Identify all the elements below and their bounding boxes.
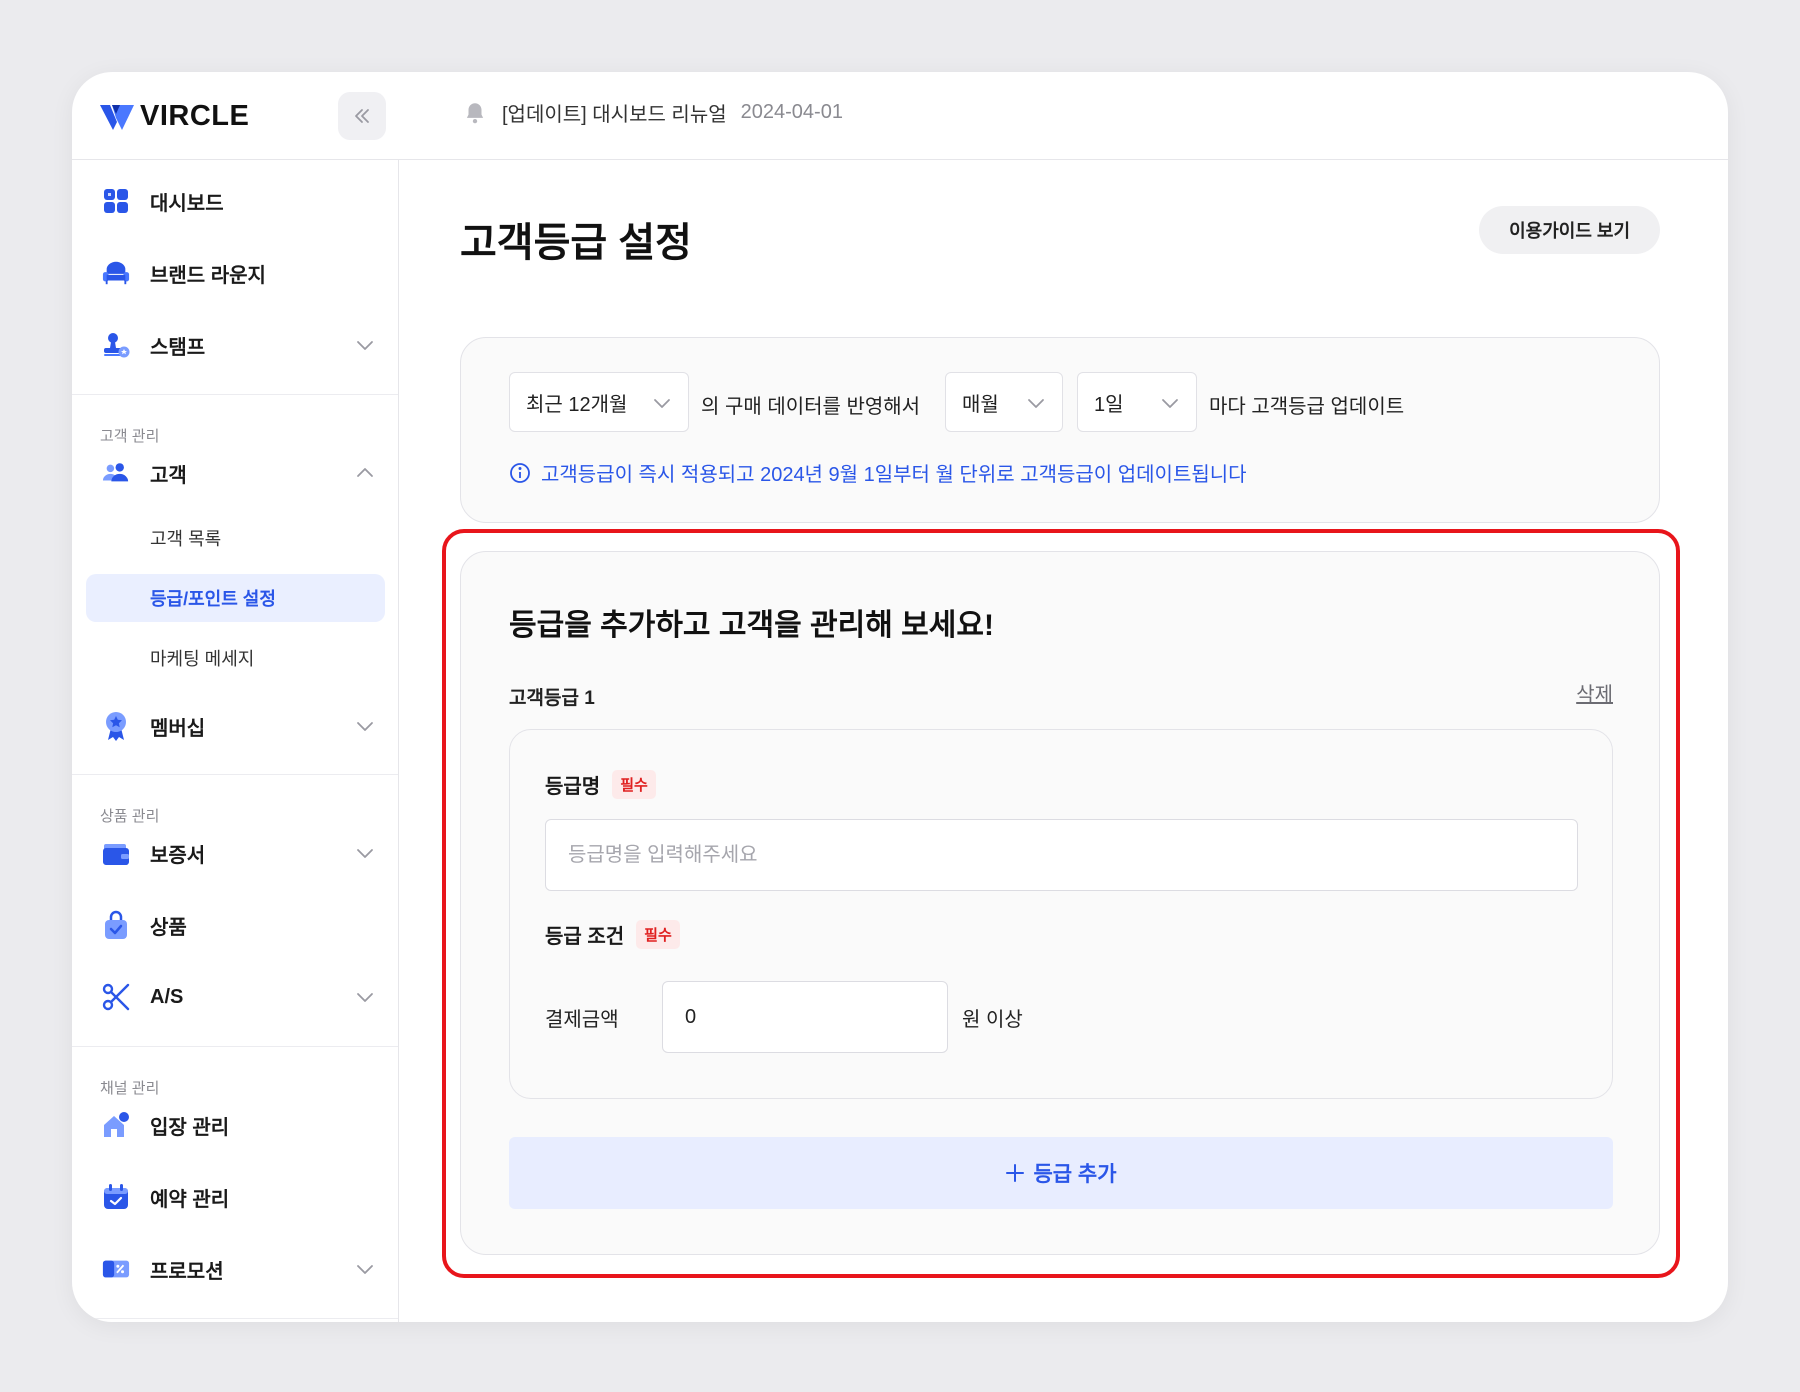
calendar-icon	[102, 1183, 130, 1211]
sidebar-subitem-customer-list[interactable]: 고객 목록	[86, 514, 385, 562]
section-title-product: 상품 관리	[100, 808, 160, 825]
section-title-customer: 고객 관리	[100, 428, 160, 445]
info-icon	[510, 462, 530, 483]
period-select-value: 최근 12개월	[526, 393, 628, 416]
sidebar-item-stamp[interactable]: 스탬프	[86, 320, 385, 370]
notice-banner[interactable]: [업데이트] 대시보드 리뉴얼 2024-04-01	[462, 98, 843, 127]
period-select[interactable]: 최근 12개월	[509, 372, 689, 432]
sidebar-subitem-label: 등급/포인트 설정	[150, 589, 276, 609]
brand-name: VIRCLE	[140, 100, 250, 132]
store-icon	[102, 1111, 130, 1139]
chevron-down-icon	[654, 399, 670, 408]
sidebar: 대시보드 브랜드 라운지 스탬프 고객 관리 고객 고객 목록 등급/포인트 설…	[72, 160, 399, 1322]
sidebar-item-label: 상품	[150, 916, 187, 939]
day-select-value: 1일	[1094, 393, 1124, 416]
sidebar-item-label: 예약 관리	[150, 1188, 230, 1211]
notice-date: 2024-04-01	[740, 101, 843, 123]
chevron-up-icon	[357, 468, 373, 477]
coupon-icon	[102, 1255, 130, 1283]
sidebar-subitem-grade-point-settings[interactable]: 등급/포인트 설정	[86, 574, 385, 622]
sidebar-item-label: 대시보드	[150, 192, 224, 215]
update-info-message: 고객등급이 즉시 적용되고 2024년 9월 1일부터 월 단위로 고객등급이 …	[509, 458, 1247, 487]
sidebar-item-label: A/S	[150, 985, 184, 1008]
sidebar-item-as[interactable]: A/S	[86, 972, 385, 1022]
sidebar-divider	[72, 1318, 398, 1319]
sidebar-item-reservation-management[interactable]: 예약 관리	[86, 1172, 385, 1222]
sidebar-item-label: 스탬프	[150, 336, 206, 359]
frequency-select[interactable]: 매월	[945, 372, 1063, 432]
brand-logo[interactable]: VIRCLE	[100, 100, 249, 133]
sidebar-item-label: 프로모션	[150, 1260, 224, 1283]
vircle-logo-icon	[100, 104, 134, 130]
sidebar-item-entry-management[interactable]: 입장 관리	[86, 1100, 385, 1150]
bag-icon	[102, 910, 130, 939]
sidebar-subitem-label: 고객 목록	[150, 529, 222, 549]
info-text: 고객등급이 즉시 적용되고 2024년 9월 1일부터 월 단위로 고객등급이 …	[541, 464, 1247, 486]
sidebar-item-label: 멤버십	[150, 717, 206, 740]
sidebar-subitem-label: 마케팅 메세지	[150, 649, 255, 669]
guide-button[interactable]: 이용가이드 보기	[1479, 206, 1660, 254]
notice-text: [업데이트] 대시보드 리뉴얼	[502, 104, 727, 126]
bell-icon	[466, 102, 484, 123]
sidebar-item-membership[interactable]: 멤버십	[86, 701, 385, 751]
sidebar-item-label: 입장 관리	[150, 1116, 230, 1139]
sidebar-item-customer[interactable]: 고객	[86, 448, 385, 498]
sidebar-item-warranty[interactable]: 보증서	[86, 828, 385, 878]
chevron-down-icon	[1028, 399, 1044, 408]
chevron-down-icon	[357, 341, 373, 350]
sidebar-divider	[72, 774, 398, 775]
chevron-down-icon	[1162, 399, 1178, 408]
chevron-down-icon	[357, 1265, 373, 1274]
update-settings-card: 최근 12개월 의 구매 데이터를 반영해서 매월 1일 마다 고객등급 업데이…	[460, 337, 1660, 523]
stamp-icon	[102, 331, 130, 359]
sidebar-collapse-button[interactable]	[338, 92, 386, 140]
wallet-icon	[102, 839, 130, 867]
scissors-icon	[102, 983, 130, 1011]
day-suffix-text: 마다 고객등급 업데이트	[1209, 396, 1405, 418]
highlight-box	[442, 529, 1680, 1278]
chevron-down-icon	[357, 849, 373, 858]
sidebar-divider	[72, 394, 398, 395]
sidebar-divider	[72, 1046, 398, 1047]
chevron-down-icon	[357, 993, 373, 1002]
sidebar-item-brand-lounge[interactable]: 브랜드 라운지	[86, 248, 385, 298]
top-bar: VIRCLE [업데이트] 대시보드 리뉴얼 2024-04-01	[72, 72, 1728, 160]
medal-icon	[102, 712, 130, 741]
dashboard-icon	[102, 187, 130, 215]
sidebar-item-dashboard[interactable]: 대시보드	[86, 176, 385, 226]
page-title: 고객등급 설정	[460, 221, 692, 265]
section-title-channel: 채널 관리	[100, 1080, 160, 1097]
day-select[interactable]: 1일	[1077, 372, 1197, 432]
double-chevron-left-icon	[355, 109, 369, 123]
sofa-icon	[102, 259, 130, 287]
chevron-down-icon	[357, 722, 373, 731]
frequency-select-value: 매월	[962, 393, 999, 416]
sidebar-item-promotion[interactable]: 프로모션	[86, 1244, 385, 1294]
sidebar-item-label: 브랜드 라운지	[150, 264, 266, 287]
sidebar-item-label: 고객	[150, 464, 187, 487]
sidebar-subitem-marketing-message[interactable]: 마케팅 메세지	[86, 634, 385, 682]
period-suffix-text: 의 구매 데이터를 반영해서	[701, 396, 921, 418]
sidebar-item-label: 보증서	[150, 844, 206, 867]
users-icon	[102, 459, 130, 487]
sidebar-item-product[interactable]: 상품	[86, 900, 385, 950]
